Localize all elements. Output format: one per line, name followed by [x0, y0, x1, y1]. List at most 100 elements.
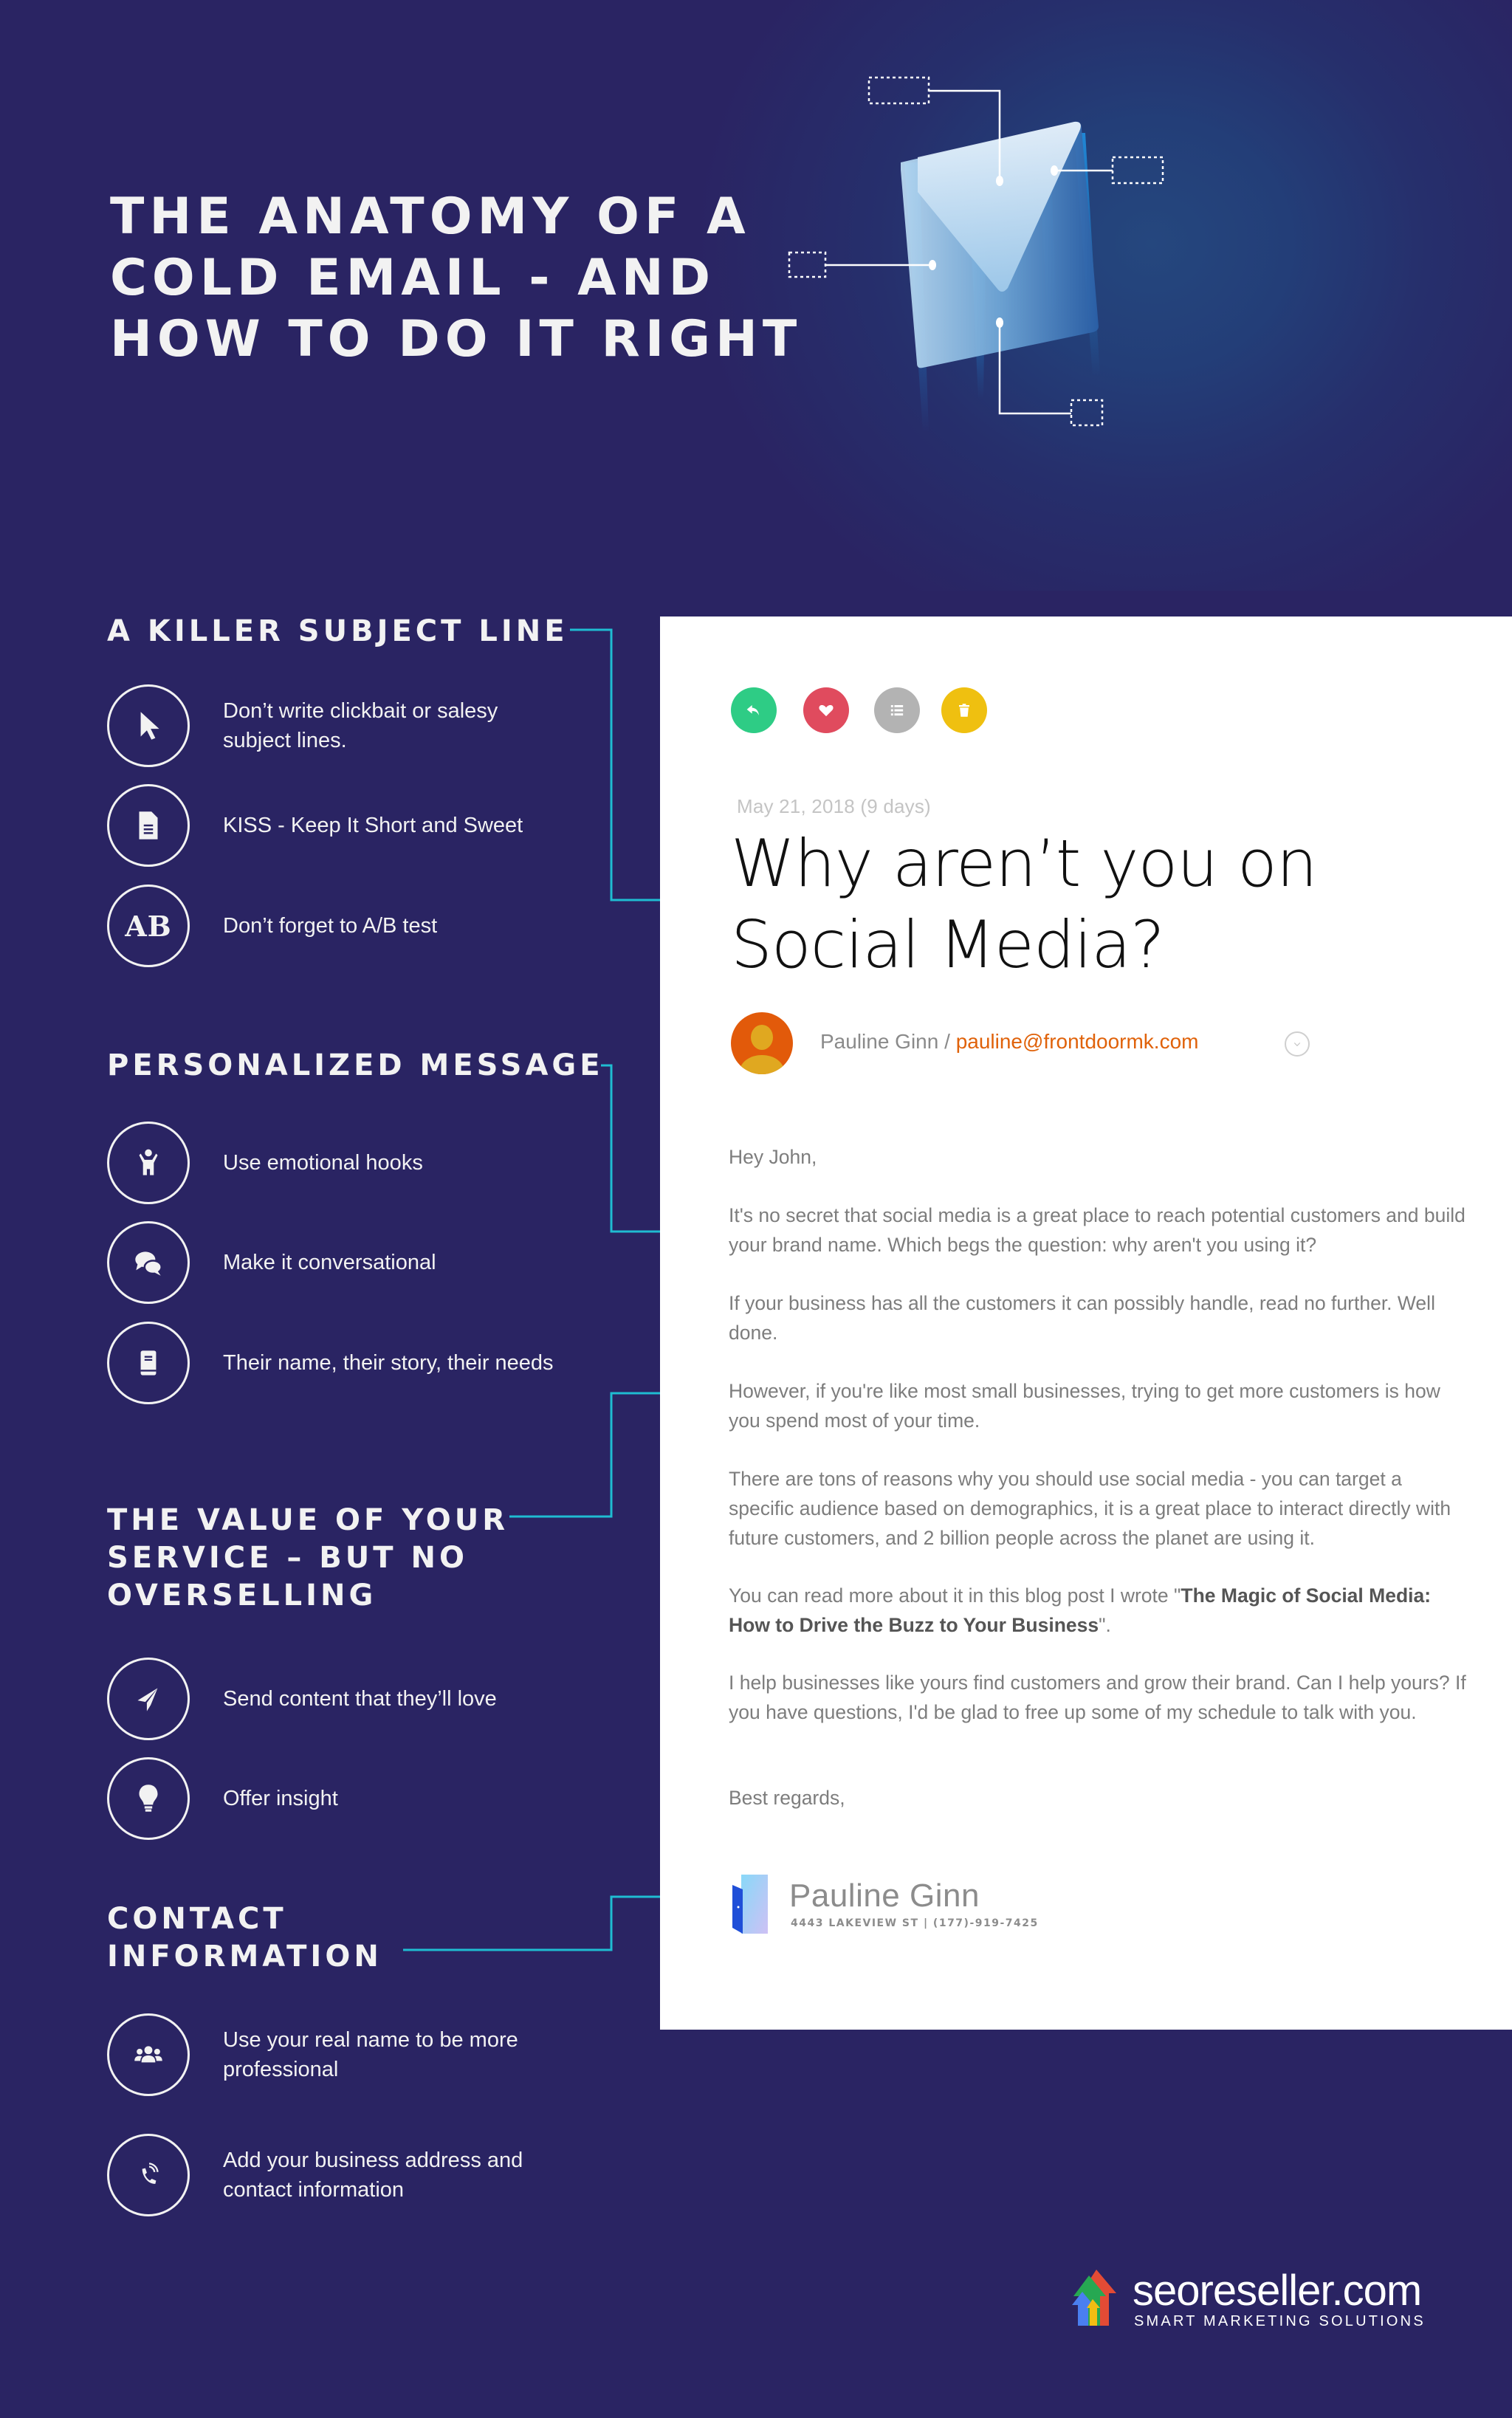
sender-email-link[interactable]: pauline@frontdoormk.com: [956, 1030, 1199, 1053]
title-line: COLD EMAIL - AND: [110, 249, 716, 307]
callout-box: [867, 76, 930, 105]
delete-button[interactable]: [941, 687, 987, 733]
tip-item: Add your business address and contact in…: [107, 2134, 580, 2216]
email-paragraph: It's no secret that social media is a gr…: [729, 1204, 1465, 1256]
page-title: THE ANATOMY OF A COLD EMAIL - AND HOW TO…: [110, 186, 802, 370]
callout-dot: [929, 260, 936, 270]
tip-text: KISS - Keep It Short and Sweet: [223, 814, 523, 837]
callout-box: [788, 251, 827, 278]
tip-text: Their name, their story, their needs: [223, 1351, 554, 1375]
section-title-line: OVERSELLING: [107, 1579, 377, 1612]
tip-text: Don’t write clickbait or salesy subject …: [223, 699, 498, 752]
section-title-line: SERVICE – BUT NO: [107, 1541, 468, 1575]
cursor-icon: [140, 712, 159, 740]
section-title-contact: CONTACT INFORMATION: [107, 1900, 382, 1976]
email-paragraph: However, if you're like most small busin…: [729, 1380, 1440, 1432]
tip-item: Send content that they’ll love: [107, 1658, 580, 1740]
callout-box: [1111, 156, 1164, 185]
tip-icon-circle: [107, 2013, 190, 2096]
tip-icon-circle: [107, 2134, 190, 2216]
signature-address: 4443 LAKEVIEW ST | (177)-919-7425: [791, 1917, 1039, 1929]
group-icon: [134, 2046, 162, 2063]
tip-icon-circle: [107, 1757, 190, 1840]
signature-name: Pauline Ginn: [789, 1878, 980, 1914]
brand-tagline: SMART MARKETING SOLUTIONS: [1134, 2313, 1426, 2329]
sender-separator: /: [938, 1030, 956, 1053]
hero-banner: THE ANATOMY OF A COLD EMAIL - AND HOW TO…: [0, 0, 1512, 591]
section-title-subject-line: A KILLER SUBJECT LINE: [107, 613, 568, 650]
tip-text: Make it conversational: [223, 1251, 436, 1274]
callout-dot: [996, 317, 1003, 328]
title-line: THE ANATOMY OF A: [110, 188, 751, 246]
callout-box: [1070, 399, 1104, 427]
tip-item: Don’t write clickbait or salesy subject …: [107, 684, 580, 767]
email-greeting: Hey John,: [729, 1146, 817, 1168]
section-title-line: CONTACT: [107, 1902, 287, 1936]
tip-text: Don’t forget to A/B test: [223, 914, 438, 938]
email-paragraph: I help businesses like yours find custom…: [729, 1672, 1466, 1723]
tip-text: Offer insight: [223, 1787, 338, 1810]
tip-item: Use emotional hooks: [107, 1122, 580, 1204]
tip-item: Use your real name to be more profession…: [107, 2013, 580, 2096]
email-subject: Why aren’t you on Social Media?: [731, 823, 1395, 986]
tip-icon-circle: [107, 1221, 190, 1304]
tip-icon-circle: [107, 1658, 190, 1740]
email-paragraph: There are tons of reasons why you should…: [729, 1468, 1451, 1549]
door-logo-icon: [732, 1875, 768, 1934]
tip-icon-circle: [107, 684, 190, 767]
heart-icon: [819, 704, 834, 717]
tip-text: Add your business address and contact in…: [223, 2149, 523, 2202]
connector-contact: [403, 1895, 697, 1951]
chat-bubbles-icon: [135, 1251, 162, 1276]
house-arrows-icon: [1072, 2270, 1116, 2326]
section-title-line: PERSONALIZED MESSAGE: [107, 1048, 604, 1082]
email-paragraph: If your business has all the customers i…: [729, 1292, 1435, 1344]
list-button[interactable]: [874, 687, 920, 733]
callout-dot: [1051, 165, 1058, 176]
subject-line: Why aren’t you on: [731, 825, 1318, 901]
book-icon: [140, 1350, 157, 1375]
tip-item: Offer insight: [107, 1757, 580, 1840]
avatar[interactable]: [731, 1012, 793, 1074]
expand-details-button[interactable]: [1285, 1031, 1310, 1057]
sender-name: Pauline Ginn: [820, 1030, 939, 1053]
tip-icon-circle: [107, 1322, 190, 1404]
email-paragraph-blog: You can read more about it in this blog …: [729, 1581, 1467, 1640]
tip-text: Use emotional hooks: [223, 1151, 423, 1175]
favorite-button[interactable]: [803, 687, 849, 733]
tip-text: Send content that they’ll love: [223, 1687, 497, 1711]
tip-item: AB Don’t forget to A/B test: [107, 885, 580, 967]
title-line: HOW TO DO IT RIGHT: [110, 310, 803, 368]
callout-dot: [996, 176, 1003, 186]
reply-icon: [746, 705, 759, 715]
user-avatar-icon: [740, 1025, 784, 1074]
tip-icon-circle: AB: [107, 885, 190, 967]
brand-logo[interactable]: seoreseller.com SMART MARKETING SOLUTION…: [1071, 2267, 1425, 2340]
email-preview-card: May 21, 2018 (9 days) Why aren’t you on …: [660, 616, 1512, 2030]
envelope-icon: [788, 76, 1164, 432]
reply-button[interactable]: [731, 687, 777, 733]
section-title-personalized-message: PERSONALIZED MESSAGE: [107, 1047, 604, 1085]
section-title-value: THE VALUE OF YOUR SERVICE – BUT NO OVERS…: [107, 1502, 509, 1615]
blog-text-before: You can read more about it in this blog …: [729, 1584, 1181, 1607]
section-title-line: INFORMATION: [107, 1940, 382, 1974]
tip-text: Use your real name to be more profession…: [223, 2028, 518, 2081]
ab-test-icon: AB: [125, 909, 172, 943]
chevron-down-icon: [1293, 1043, 1301, 1047]
email-signoff: Best regards,: [729, 1787, 845, 1809]
tip-icon-circle: [107, 784, 190, 867]
section-title-line: THE VALUE OF YOUR: [107, 1503, 509, 1537]
paper-plane-icon: [137, 1688, 158, 1711]
trash-icon: [959, 704, 969, 717]
blog-text-after: ".: [1099, 1614, 1111, 1636]
tip-icon-circle: [107, 1122, 190, 1204]
brand-name: seoreseller.com: [1133, 2267, 1422, 2315]
person-cheering-icon: [139, 1149, 158, 1175]
phone-ringing-icon: [142, 2163, 159, 2184]
section-title-line: A KILLER SUBJECT LINE: [107, 614, 568, 648]
document-icon: [139, 811, 158, 839]
sender-line: Pauline Ginn / pauline@frontdoormk.com: [820, 1030, 1198, 1054]
lightbulb-icon: [139, 1785, 158, 1812]
subject-line: Social Media?: [731, 907, 1165, 983]
tip-item: Their name, their story, their needs: [107, 1322, 580, 1404]
